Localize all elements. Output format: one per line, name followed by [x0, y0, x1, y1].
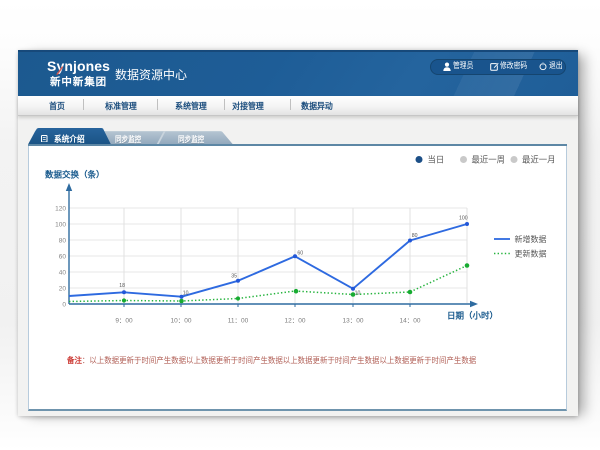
svg-text:日期（小时）: 日期（小时） — [447, 311, 498, 321]
svg-text:0: 0 — [62, 302, 66, 309]
svg-text:10: 10 — [355, 290, 361, 296]
svg-text:最近一周: 最近一周 — [472, 155, 506, 165]
svg-text:60: 60 — [297, 250, 303, 256]
svg-text:35: 35 — [231, 273, 237, 279]
svg-text:40: 40 — [59, 270, 67, 277]
svg-text:11：00: 11：00 — [228, 318, 249, 325]
svg-text:10: 10 — [183, 290, 189, 296]
svg-text:100: 100 — [459, 216, 468, 222]
svg-text:18: 18 — [119, 283, 125, 289]
svg-text:60: 60 — [59, 254, 67, 261]
svg-text:当日: 当日 — [428, 155, 445, 165]
svg-text:100: 100 — [55, 222, 66, 229]
svg-text:12：00: 12：00 — [285, 318, 306, 325]
svg-text:9：00: 9：00 — [115, 318, 133, 325]
svg-text:新增数据: 新增数据 — [515, 234, 547, 244]
svg-text:80: 80 — [59, 238, 67, 245]
svg-text:13：00: 13：00 — [343, 318, 364, 325]
svg-text:数据交换（条）: 数据交换（条） — [45, 170, 105, 180]
svg-text:20: 20 — [59, 286, 67, 293]
svg-text:120: 120 — [55, 206, 66, 213]
svg-text:更新数据: 更新数据 — [515, 249, 547, 259]
svg-text:最近一月: 最近一月 — [522, 155, 556, 165]
svg-text:14：00: 14：00 — [400, 318, 421, 325]
svg-text:10：00: 10：00 — [171, 318, 192, 325]
svg-text:80: 80 — [412, 233, 418, 239]
